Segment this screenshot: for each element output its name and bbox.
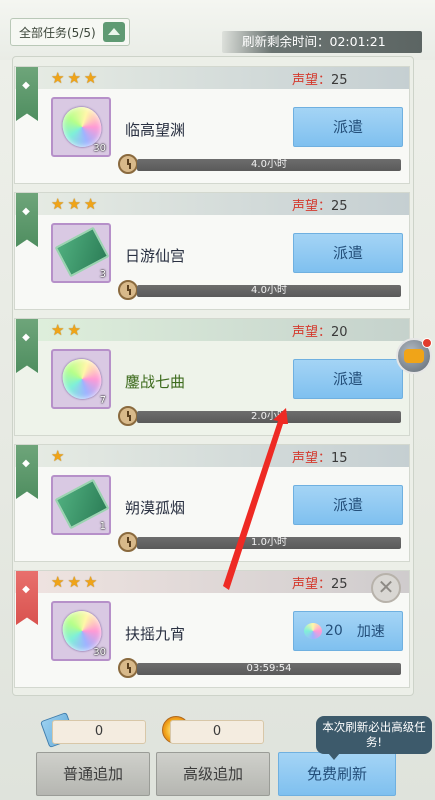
task-card: ◆ ★ ★ ★ 声望：25 3 日游仙宫 派遣 4.0小时 [14, 192, 410, 310]
task-card: ◆ ★ ★ ★ 声望：25 ✕ 30 扶摇九宵 20 加速 03:59:54 [14, 570, 410, 688]
refresh-tooltip: 本次刷新必出高级任务! [316, 716, 432, 760]
reward-item-count: 3 [99, 269, 106, 280]
task-name: 临高望渊 [125, 121, 186, 139]
clock-icon [118, 280, 138, 300]
dispatch-button[interactable]: 派遣 [293, 233, 403, 273]
collapse-arrow-icon[interactable] [103, 22, 125, 42]
task-card-header [15, 445, 409, 467]
refresh-timer: 刷新剩余时间：02:01:21 [222, 31, 422, 53]
task-reputation: 声望：15 [292, 447, 348, 466]
speedup-cost: 20 [325, 623, 343, 639]
task-card: ◆ ★ 声望：15 1 朔漠孤烟 派遣 1.0小时 [14, 444, 410, 562]
reputation-label: 声望： [292, 577, 332, 592]
dispatch-button[interactable]: 派遣 [293, 107, 403, 147]
task-reputation: 声望：20 [292, 321, 348, 340]
star-icon: ★ [83, 573, 98, 591]
reputation-label: 声望： [292, 199, 332, 214]
advanced-add-count: 0 [170, 720, 264, 744]
reputation-label: 声望： [292, 325, 332, 340]
dispatch-button[interactable]: 派遣 [293, 485, 403, 525]
star-icon: ★ [51, 69, 65, 87]
normal-add-count: 0 [52, 720, 146, 744]
speedup-label: 加速 [356, 624, 385, 640]
star-icon: ★ [67, 321, 81, 339]
clock-icon [118, 406, 138, 426]
reward-item-slot[interactable]: 1 [51, 475, 111, 535]
advanced-add-button[interactable]: 高级追加 [156, 752, 270, 796]
task-stars: ★ ★ ★ [51, 574, 97, 590]
task-duration-bar: 4.0小时 [137, 285, 401, 297]
task-stars: ★ ★ ★ [51, 70, 97, 86]
task-flag-icon [16, 571, 38, 625]
close-icon[interactable]: ✕ [371, 573, 401, 603]
rainbow-gem-icon [304, 623, 322, 639]
task-name: 鏖战七曲 [125, 373, 186, 391]
chat-icon [404, 349, 424, 363]
star-icon: ★ [51, 321, 65, 339]
task-name: 日游仙宫 [125, 247, 186, 265]
task-card: ◆ ★ ★ ★ 声望：25 30 临高望渊 派遣 4.0小时 [14, 66, 410, 184]
rainbow-gem-icon [59, 355, 105, 403]
reputation-label: 声望： [292, 73, 332, 88]
star-icon: ★ [51, 573, 65, 591]
reputation-value: 25 [331, 199, 348, 214]
task-stars: ★ ★ ★ [51, 196, 97, 212]
dispatch-button[interactable]: 派遣 [293, 359, 403, 399]
task-flag-icon [16, 67, 38, 121]
star-icon: ★ [51, 447, 65, 465]
scroll-emblem-icon: ◆ [22, 80, 30, 91]
scroll-emblem-icon: ◆ [22, 458, 30, 469]
task-duration-bar: 2.0小时 [137, 411, 401, 423]
task-reputation: 声望：25 [292, 573, 348, 592]
reward-item-count: 7 [99, 395, 106, 406]
star-icon: ★ [51, 195, 65, 213]
reward-item-count: 30 [93, 647, 106, 658]
star-icon: ★ [67, 69, 81, 87]
clock-icon [118, 658, 138, 678]
reputation-value: 15 [331, 451, 348, 466]
scroll-emblem-icon: ◆ [22, 206, 30, 217]
clock-icon [118, 154, 138, 174]
reward-item-count: 1 [99, 521, 106, 532]
star-icon: ★ [67, 573, 81, 591]
reputation-value: 25 [331, 577, 348, 592]
task-reputation: 声望：25 [292, 195, 348, 214]
task-flag-icon [16, 445, 38, 499]
task-duration-bar: 1.0小时 [137, 537, 401, 549]
reputation-value: 20 [331, 325, 348, 340]
task-filter-label: 全部任务(5/5) [19, 25, 96, 40]
task-stars: ★ [51, 448, 64, 464]
task-name: 朔漠孤烟 [125, 499, 186, 517]
task-stars: ★ ★ [51, 322, 81, 338]
star-icon: ★ [83, 195, 98, 213]
scroll-emblem-icon: ◆ [22, 332, 30, 343]
scroll-emblem-icon: ◆ [22, 584, 30, 595]
notification-dot-icon [422, 338, 432, 348]
task-filter-dropdown[interactable]: 全部任务(5/5) [10, 18, 130, 46]
refresh-timer-label: 刷新剩余时间： [242, 34, 330, 49]
refresh-timer-value: 02:01:21 [329, 34, 386, 49]
task-flag-icon [16, 193, 38, 247]
task-countdown-bar: 03:59:54 [137, 663, 401, 675]
speedup-button[interactable]: 20 加速 [293, 611, 403, 651]
task-card: ◆ ★ ★ 声望：20 7 鏖战七曲 派遣 2.0小时 [14, 318, 410, 436]
reputation-value: 25 [331, 73, 348, 88]
reward-item-count: 30 [93, 143, 106, 154]
task-name: 扶摇九宵 [125, 625, 186, 643]
reward-item-slot[interactable]: 30 [51, 601, 111, 661]
star-icon: ★ [83, 69, 98, 87]
reward-item-slot[interactable]: 7 [51, 349, 111, 409]
normal-add-button[interactable]: 普通追加 [36, 752, 150, 796]
reward-item-slot[interactable]: 3 [51, 223, 111, 283]
reward-item-slot[interactable]: 30 [51, 97, 111, 157]
task-duration-bar: 4.0小时 [137, 159, 401, 171]
task-flag-icon [16, 319, 38, 373]
chat-bubble-icon[interactable] [396, 338, 432, 374]
reputation-label: 声望： [292, 451, 332, 466]
task-reputation: 声望：25 [292, 69, 348, 88]
clock-icon [118, 532, 138, 552]
star-icon: ★ [67, 195, 81, 213]
